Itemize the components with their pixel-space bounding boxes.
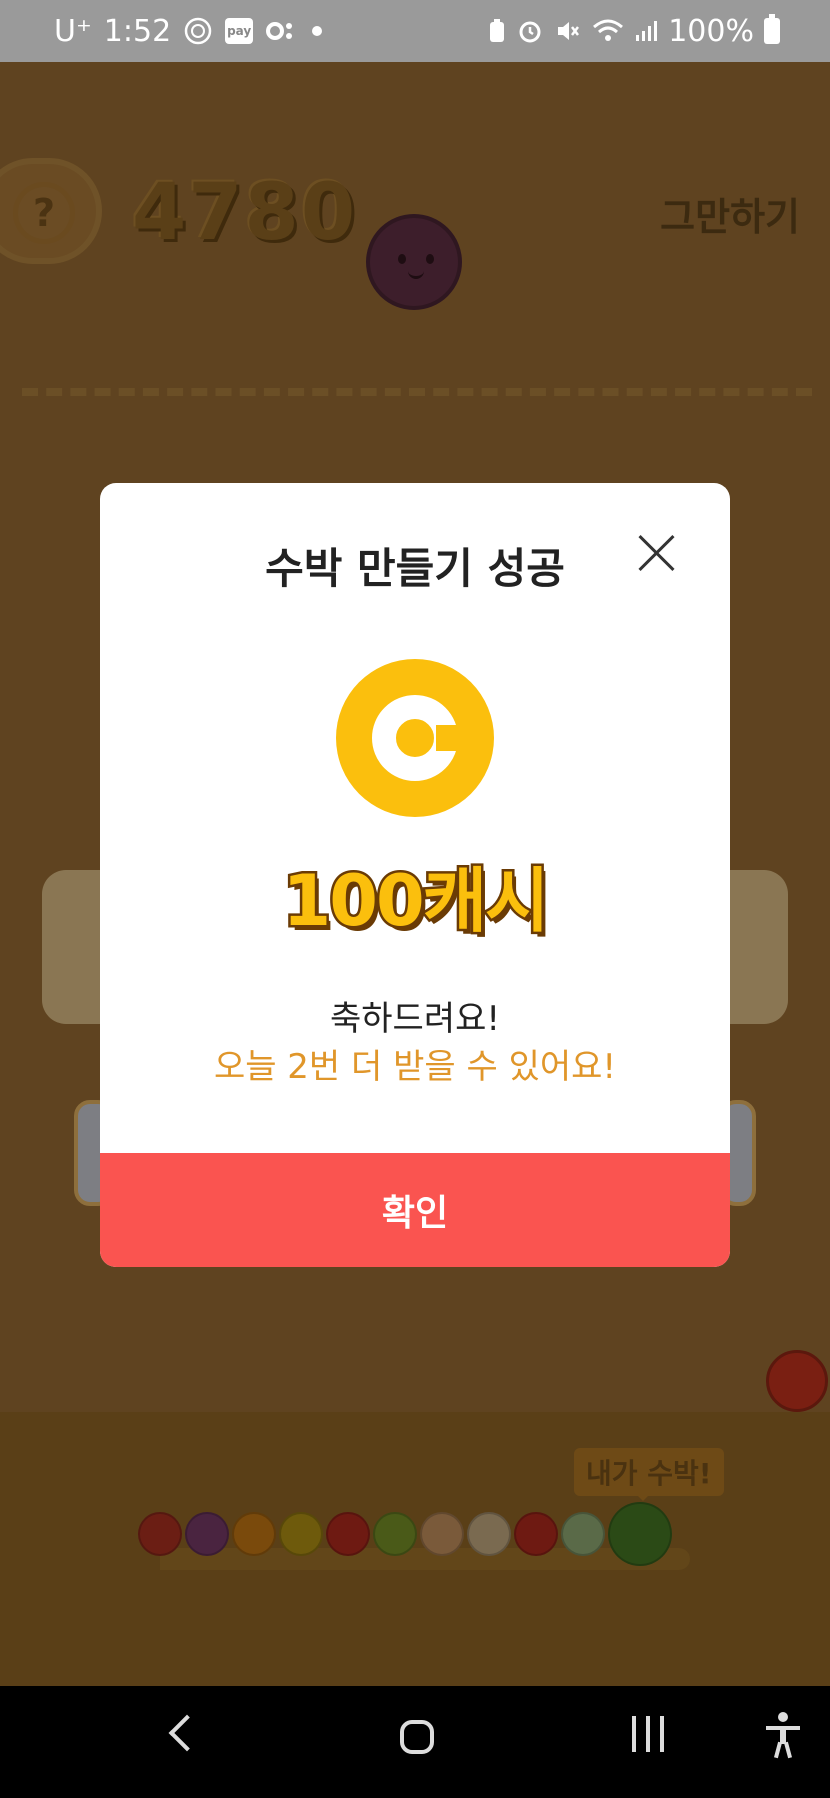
side-fruit [766,1350,828,1412]
fruit-stage-icon [514,1512,558,1556]
signal-icon [634,19,658,43]
battery-saver-icon [488,18,506,44]
wifi-icon [592,18,624,44]
fruit-eye-right [426,254,434,264]
fruit-stage-icon [279,1512,323,1556]
dropping-fruit[interactable] [366,214,462,310]
status-left: U⁺ 1:52 pay [54,14,327,49]
watermelon-icon [608,1502,672,1566]
fruit-stage-icon [232,1512,276,1556]
fruit-stage-icon [326,1512,370,1556]
quit-button[interactable]: 그만하기 [660,186,800,241]
close-icon[interactable] [636,533,676,573]
navigation-bar [0,1686,830,1798]
gem-icon [183,16,213,46]
fruit-mouth [408,268,424,279]
back-icon[interactable] [168,1714,206,1752]
home-icon[interactable] [400,1720,434,1754]
limit-line [22,388,812,396]
coin-c-gap [436,725,466,751]
fruit-stage-icon [138,1512,182,1556]
score-display: 4780 [132,168,358,258]
congrats-text: 축하드려요! [329,999,501,1039]
confirm-button[interactable]: 확인 [100,1153,730,1267]
oo-icon [265,19,295,43]
watermelon-badge: 내가 수박! [574,1448,724,1501]
reward-amount: 100캐시 [280,858,552,945]
fruit-stage-icon [373,1512,417,1556]
fruit-stage-icon [561,1512,605,1556]
fruit-stage-icon [467,1512,511,1556]
fruit-stage-icon [420,1512,464,1556]
recents-icon[interactable] [632,1716,668,1756]
status-right: 100% [488,14,780,49]
pay-icon: pay [225,18,254,44]
mute-icon [554,17,582,45]
battery-percent: 100% [668,13,754,49]
carrier-label: U⁺ [54,13,92,49]
help-icon[interactable]: ? [13,182,75,244]
dot-icon [307,21,327,41]
alarm-icon [516,17,544,45]
accessibility-icon[interactable] [766,1712,800,1759]
status-bar: U⁺ 1:52 pay 100% [0,0,830,62]
time-label: 1:52 [103,13,172,49]
battery-icon [764,14,780,44]
fruit-eye-left [398,254,406,264]
remaining-text: 오늘 2번 더 받을 수 있어요! [213,1047,617,1087]
fruit-evolution-row [138,1502,698,1566]
success-modal: 수박 만들기 성공 100캐시 축하드려요! 오늘 2번 더 받을 수 있어요!… [100,483,730,1267]
fruit-stage-icon [185,1512,229,1556]
coin-icon [336,659,494,817]
